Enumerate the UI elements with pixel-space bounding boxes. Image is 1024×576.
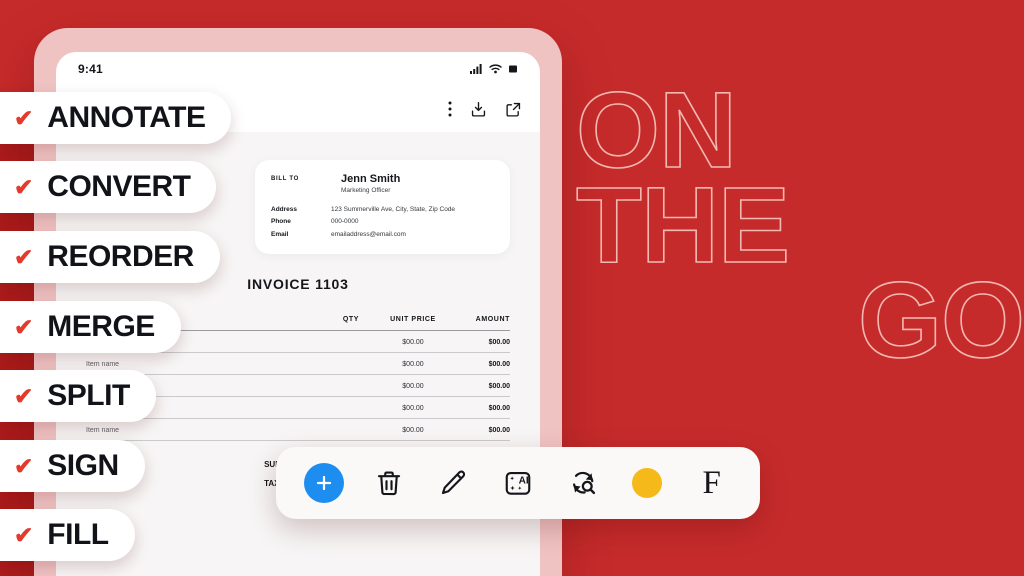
client-title: Marketing Officer [341,187,391,194]
cell-qty [324,427,378,434]
check-icon: ✔ [14,104,34,131]
table-row: Item name $00.00 $00.00 [86,353,510,376]
field-key: Phone [271,218,291,226]
table-row: Item name $00.00 $00.00 [86,419,510,442]
status-bar-clock: 9:41 [78,62,103,76]
headline-on-the-go: ON THE GO [575,69,1024,381]
share-icon[interactable] [505,101,522,118]
cell-amount: $00.00 [488,361,510,369]
font-f-icon: F [702,464,721,501]
feature-label: CONVERT [47,170,191,203]
field-key: Address [271,206,298,213]
feature-label: FILL [47,518,109,551]
check-icon: ✔ [14,173,34,200]
font-button[interactable]: F [689,460,735,506]
feature-label: SIGN [47,449,119,482]
cell-unit: $00.00 [402,339,424,347]
column-header-qty: QTY [342,316,360,324]
svg-text:AI: AI [519,476,529,487]
check-icon: ✔ [14,382,34,409]
bill-field-row: Email emailaddress@email.com [271,229,494,241]
poster-stage: 9:41 BILL TO Jenn Smith Marketing Office… [0,0,1024,576]
check-icon: ✔ [14,452,34,479]
cell-desc: Item name [86,427,120,435]
feature-pill-fill[interactable]: ✔ FILL [0,509,135,561]
add-button[interactable] [301,460,347,506]
column-header-amount: AMOUNT [475,316,510,324]
feature-label: SPLIT [47,379,130,412]
feature-label: ANNOTATE [47,101,206,134]
cell-amount: $00.00 [488,427,510,435]
wifi-icon [489,64,502,74]
feature-pill-annotate[interactable]: ✔ ANNOTATE [0,92,232,144]
cell-qty [324,405,378,412]
cell-qty [324,361,378,368]
headline-line-1: ON [575,69,738,190]
plus-icon [304,463,345,503]
field-value: emailaddress@email.com [331,230,406,238]
headline-line-3: GO [857,259,1024,381]
headline-line-2: THE [575,164,791,286]
cell-unit: $00.00 [402,361,424,369]
app-toolbar [448,92,522,126]
check-icon: ✔ [14,313,34,340]
bill-field-row: Address 123 Summerville Ave, City, State… [271,204,494,216]
client-name: Jenn Smith [341,173,401,185]
field-key: Email [271,230,289,238]
edit-button[interactable] [430,460,476,506]
delete-button[interactable] [366,460,412,506]
feature-pill-split[interactable]: ✔ SPLIT [0,370,156,422]
cell-unit: $00.00 [402,383,424,391]
cell-unit: $00.00 [402,427,424,435]
field-value: 123 Summerville Ave, City, State, Zip Co… [331,206,456,213]
more-vertical-icon[interactable] [448,101,452,117]
bill-to-label: BILL TO [271,176,300,182]
column-header-unit: UNIT PRICE [390,316,436,324]
cellular-signal-icon [470,64,482,74]
feature-pill-merge[interactable]: ✔ MERGE [0,301,181,353]
cell-amount: $00.00 [488,383,510,391]
convert-button[interactable] [560,460,606,506]
feature-label: MERGE [47,310,155,343]
cell-unit: $00.00 [402,405,424,413]
rotate-search-icon [572,471,595,495]
battery-icon [509,65,517,73]
color-dot-icon [632,468,663,498]
feature-pill-reorder[interactable]: ✔ REORDER [0,231,220,283]
cell-qty [324,339,378,346]
bill-field-row: Phone 000-0000 [271,216,494,228]
ai-button[interactable]: AI [495,460,541,506]
cell-amount: $00.00 [488,405,510,413]
pencil-icon [442,470,466,495]
check-icon: ✔ [14,521,34,548]
ai-sparkle-icon: AI [505,471,531,495]
field-value: 000-0000 [331,218,359,226]
feature-pill-sign[interactable]: ✔ SIGN [0,440,145,492]
trash-icon [377,471,400,496]
cell-desc: Item name [86,361,120,369]
cell-qty [324,383,378,390]
download-icon[interactable] [470,101,487,118]
floating-toolbar: AI F [276,447,760,519]
feature-label: REORDER [47,240,194,273]
bill-to-card: BILL TO Jenn Smith Marketing Officer Add… [255,160,510,255]
status-bar: 9:41 [56,52,540,86]
color-button[interactable] [624,460,670,506]
check-icon: ✔ [14,243,34,270]
cell-amount: $00.00 [488,339,510,347]
feature-pill-convert[interactable]: ✔ CONVERT [0,161,217,213]
